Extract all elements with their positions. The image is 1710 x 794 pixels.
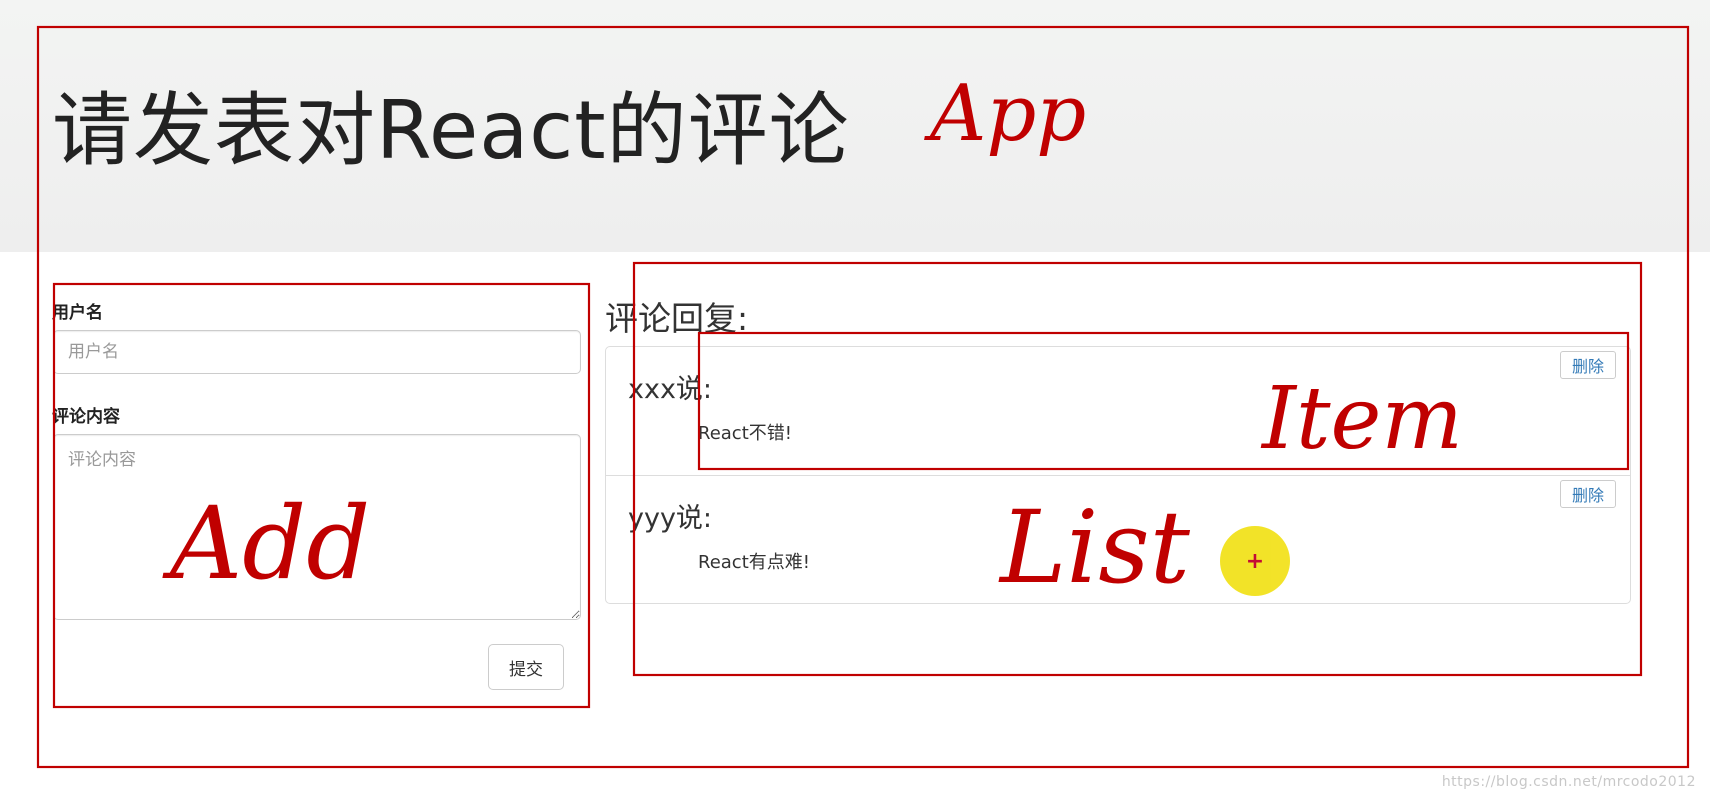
comment-content: React不错! [698, 423, 792, 444]
comment-user: yyy说: [628, 503, 713, 534]
submit-button[interactable]: 提交 [488, 644, 564, 690]
comment-content: React有点难! [698, 552, 810, 573]
header-jumbotron: 请发表对React的评论 [0, 0, 1710, 252]
comment-list: 删除 xxx说: React不错! 删除 yyy说: React有点难! [605, 346, 1631, 604]
content-textarea[interactable] [53, 434, 581, 620]
username-label: 用户名 [52, 303, 103, 323]
comment-list-title: 评论回复: [605, 299, 749, 338]
comment-item: 删除 yyy说: React有点难! [606, 475, 1630, 604]
content-label: 评论内容 [52, 407, 120, 427]
username-input[interactable] [53, 330, 581, 374]
delete-button[interactable]: 删除 [1560, 480, 1616, 508]
watermark: https://blog.csdn.net/mrcodo2012 [1441, 774, 1696, 790]
delete-button[interactable]: 删除 [1560, 351, 1616, 379]
comment-user: xxx说: [628, 374, 713, 405]
page-title: 请发表对React的评论 [52, 84, 850, 177]
comment-item: 删除 xxx说: React不错! [606, 347, 1630, 475]
